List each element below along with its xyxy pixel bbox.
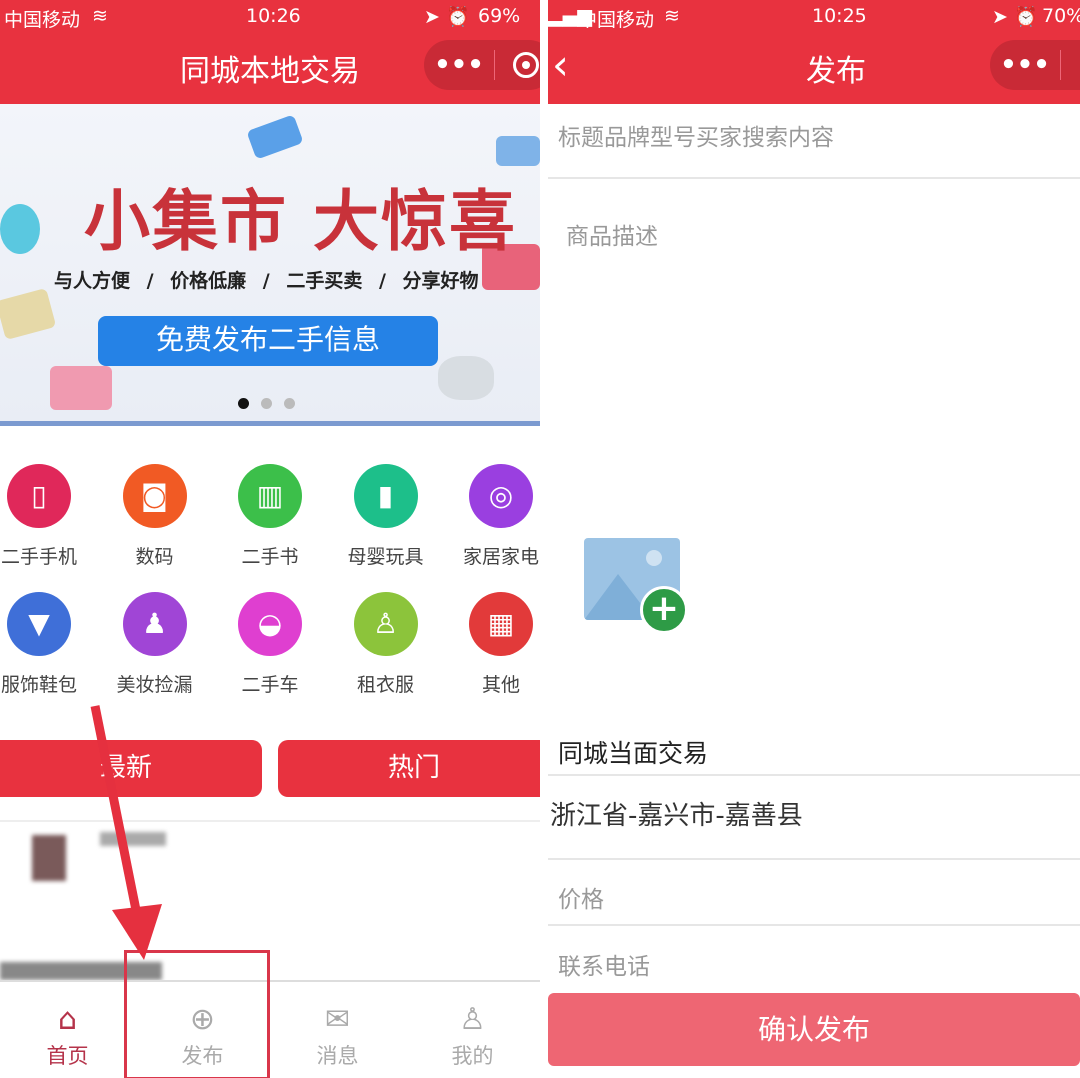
price-input[interactable]: 价格	[548, 860, 1080, 926]
description-placeholder: 商品描述	[566, 224, 658, 250]
location-picker[interactable]: 浙江省-嘉兴市-嘉善县	[548, 776, 1080, 860]
publish-screen: ▂▄▆ 中国移动 ≋ 10:25 ➤ ⏰ 70% ‹ 发布 ••• 标题品牌型号…	[548, 0, 1080, 1078]
more-icon[interactable]: •••	[990, 50, 1060, 80]
title-input[interactable]: 标题品牌型号买家搜索内容	[548, 104, 1080, 179]
confirm-publish-button[interactable]: 确认发布	[548, 993, 1080, 1066]
phone-input[interactable]: 联系电话	[548, 926, 1080, 992]
description-textarea[interactable]: 商品描述	[548, 179, 1080, 719]
section-label: 同城当面交易	[548, 720, 1080, 776]
home-screen: 中国移动 ≋ 10:26 ➤ ⏰ 69% 同城本地交易 ••• 小集市 大惊喜 …	[0, 0, 540, 1078]
nav-bar: ‹ 发布 •••	[548, 34, 1080, 104]
annotation-arrow	[90, 705, 162, 960]
clock: 10:25	[812, 5, 867, 27]
battery-level: 70%	[1042, 5, 1080, 27]
plus-icon[interactable]: +	[640, 586, 688, 634]
location-alarm-icon: ➤ ⏰	[992, 6, 1038, 28]
status-bar: ▂▄▆ 中国移动 ≋ 10:25 ➤ ⏰ 70%	[548, 0, 1080, 34]
mini-program-capsule[interactable]: •••	[990, 40, 1080, 90]
carrier: 中国移动	[578, 9, 655, 31]
divider	[1060, 50, 1061, 80]
wifi-icon: ≋	[664, 5, 680, 27]
